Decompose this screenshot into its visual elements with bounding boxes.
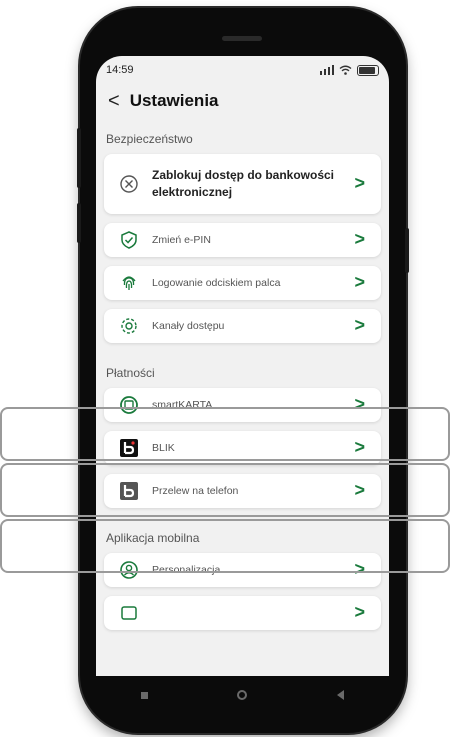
section-title-security: Bezpieczeństwo [106, 132, 193, 146]
personalization-icon [118, 559, 140, 581]
menu-item-fingerprint-login[interactable]: Logowanie odciskiem palca > [104, 266, 381, 300]
shield-check-icon [118, 229, 140, 251]
chevron-right-icon: > [354, 437, 365, 458]
status-time: 14:59 [106, 64, 134, 76]
menu-item-block-access[interactable]: Zablokuj dostęp do bankowości elektronic… [104, 154, 381, 214]
screen: 14:59 < Ustawienia Bezpieczeństwo Zablok… [96, 56, 389, 684]
menu-item-phone-transfer[interactable]: Przelew na telefon > [104, 474, 381, 508]
fingerprint-icon [118, 272, 140, 294]
menu-item-label: Kanały dostępu [152, 320, 225, 332]
menu-item-label: Zmień e-PIN [152, 234, 211, 246]
menu-item-change-epin[interactable]: Zmień e-PIN > [104, 223, 381, 257]
chevron-right-icon: > [354, 394, 365, 415]
chevron-right-icon: > [354, 229, 365, 250]
side-button [77, 203, 81, 243]
back-button[interactable]: < [108, 91, 120, 111]
android-nav-bar [96, 676, 389, 714]
status-bar: 14:59 [96, 56, 389, 84]
home-button[interactable] [237, 690, 248, 700]
smartkarta-icon [118, 394, 140, 416]
chevron-right-icon: > [354, 272, 365, 293]
section-title-payments: Płatności [106, 366, 155, 380]
signal-icon [320, 65, 334, 75]
speaker [222, 36, 262, 41]
menu-item-smartkarta[interactable]: smartKARTA > [104, 388, 381, 422]
wifi-icon [339, 65, 352, 75]
chevron-right-icon: > [354, 315, 365, 336]
menu-item-label: Zablokuj dostęp do bankowości elektronic… [152, 168, 335, 199]
menu-item-label: BLIK [152, 442, 175, 454]
section-title-mobile: Aplikacja mobilna [106, 531, 200, 545]
blik-icon [118, 437, 140, 459]
menu-item-label: Logowanie odciskiem palca [152, 277, 281, 289]
gear-icon [118, 315, 140, 337]
back-nav-button[interactable] [337, 690, 345, 700]
recents-button[interactable] [140, 691, 148, 699]
status-icons [320, 64, 379, 76]
block-icon [118, 173, 140, 195]
menu-item-access-channels[interactable]: Kanały dostępu > [104, 309, 381, 343]
app-header: < Ustawienia [96, 84, 389, 118]
chevron-right-icon: > [354, 602, 365, 623]
menu-item-label: Personalizacja [152, 564, 221, 576]
chevron-right-icon: > [354, 480, 365, 501]
chevron-right-icon: > [354, 559, 365, 580]
volume-button [77, 128, 81, 188]
menu-item-blik[interactable]: BLIK > [104, 431, 381, 465]
page-title: Ustawienia [129, 91, 219, 110]
battery-icon [357, 64, 379, 76]
chevron-right-icon: > [354, 173, 365, 194]
power-button [405, 228, 409, 273]
menu-item-device[interactable]: > [104, 596, 381, 630]
menu-item-personalization[interactable]: Personalizacja > [104, 553, 381, 587]
menu-item-label: smartKARTA [152, 399, 213, 411]
menu-item-label: Przelew na telefon [152, 485, 239, 497]
blik-icon [118, 480, 140, 502]
device-icon [118, 602, 140, 624]
